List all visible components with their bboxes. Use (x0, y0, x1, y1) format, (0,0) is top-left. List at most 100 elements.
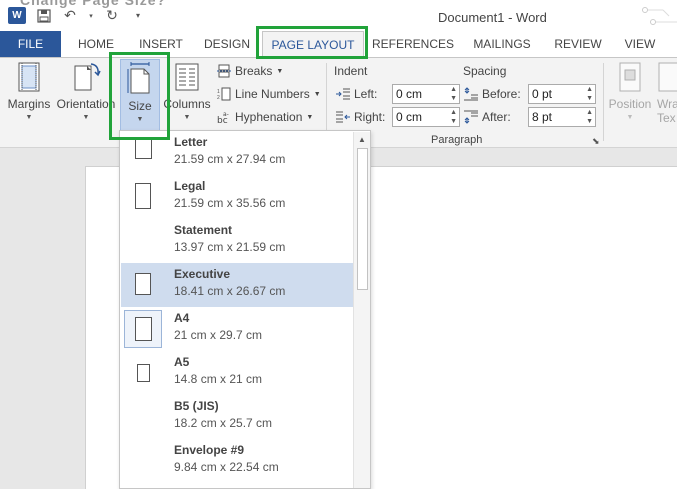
list-item[interactable]: A5 14.8 cm x 21 cm (121, 351, 353, 395)
list-item[interactable]: Executive 18.41 cm x 26.67 cm (121, 263, 353, 307)
page-icon (135, 317, 152, 341)
position-button[interactable]: Position ▼ (607, 62, 653, 121)
wrap-label: Wra (657, 97, 677, 111)
tab-view[interactable]: VIEW (618, 31, 662, 57)
spinner-arrows-icon[interactable]: ▲ ▼ (586, 108, 593, 126)
scrollbar-thumb[interactable] (357, 148, 368, 290)
breaks-icon (217, 64, 231, 78)
redo-icon[interactable]: ↻ (104, 7, 120, 24)
spinner-arrows-icon[interactable]: ▲ ▼ (450, 108, 457, 126)
wrap-text-button[interactable]: Wra Tex (657, 62, 677, 125)
size-button[interactable]: Size ▼ (120, 59, 160, 131)
margins-button[interactable]: Margins ▼ (6, 62, 52, 121)
chevron-down-icon: ▼ (313, 90, 321, 98)
tab-review[interactable]: REVIEW (550, 31, 606, 57)
columns-button[interactable]: Columns ▼ (162, 62, 212, 121)
list-item[interactable]: Statement 13.97 cm x 21.59 cm (121, 219, 353, 263)
columns-label: Columns (163, 97, 211, 111)
indent-title: Indent (334, 64, 368, 78)
spacing-before-input[interactable]: 0 pt ▲ ▼ (528, 84, 596, 104)
tab-design[interactable]: DESIGN (200, 31, 254, 57)
list-item[interactable]: A4 21 cm x 29.7 cm (121, 307, 353, 351)
group-separator (603, 63, 604, 141)
list-item[interactable]: Letter 21.59 cm x 27.94 cm (121, 131, 353, 175)
hyphenation-icon: bca- (217, 111, 229, 124)
line-numbers-label: Line Numbers (235, 87, 310, 101)
save-icon[interactable] (36, 8, 52, 24)
spacing-after-icon (464, 110, 478, 124)
size-name: Executive (174, 267, 231, 281)
page-icon (135, 183, 151, 209)
chevron-down-icon: ▼ (82, 114, 90, 121)
list-item[interactable]: Legal 21.59 cm x 35.56 cm (121, 175, 353, 219)
spacing-before-label-row: Before: (464, 87, 521, 101)
line-numbers-button[interactable]: 12 Line Numbers ▼ (217, 87, 321, 101)
orientation-button[interactable]: Orientation ▼ (55, 62, 117, 121)
page-icon (135, 137, 152, 159)
breaks-button[interactable]: Breaks ▼ (217, 64, 283, 78)
document-title: Document1 - Word (438, 10, 547, 25)
size-name: Letter (174, 135, 208, 149)
undo-icon[interactable]: ↶ (62, 7, 78, 24)
size-name: B5 (JIS) (174, 399, 219, 413)
wrap-text-icon (658, 62, 677, 92)
paragraph-dialog-launcher-icon[interactable]: ⬊ (592, 136, 600, 147)
size-dims: 13.97 cm x 21.59 cm (174, 240, 286, 254)
tab-page-layout[interactable]: PAGE LAYOUT (262, 31, 364, 57)
ribbon-tabs: FILE HOME INSERT DESIGN PAGE LAYOUT REFE… (0, 31, 677, 57)
size-dims: 18.41 cm x 26.67 cm (174, 284, 286, 298)
spacing-before-icon (464, 87, 478, 101)
undo-dropdown-icon[interactable]: ▾ (88, 8, 94, 24)
chevron-down-icon: ▼ (306, 113, 314, 121)
size-dims: 14.8 cm x 21 cm (174, 372, 263, 386)
spinner-arrows-icon[interactable]: ▲ ▼ (450, 85, 457, 103)
chevron-down-icon: ▼ (25, 114, 33, 121)
size-dims: 18.2 cm x 25.7 cm (174, 416, 273, 430)
quick-access-toolbar: W ↶ ▾ ↻ ▾ (8, 7, 146, 24)
spacing-title: Spacing (463, 64, 507, 78)
chevron-down-icon: ▼ (276, 67, 284, 75)
page-icon (135, 273, 151, 295)
page-icon (137, 364, 150, 382)
circuit-decoration (642, 7, 677, 25)
margins-icon (18, 62, 40, 92)
spacing-after-input[interactable]: 8 pt ▲ ▼ (528, 107, 596, 127)
tab-references[interactable]: REFERENCES (372, 31, 454, 57)
chevron-down-icon: ▼ (626, 114, 634, 121)
dropdown-scrollbar[interactable]: ▲ (353, 132, 370, 488)
spacing-after-label-row: After: (464, 110, 511, 124)
size-dims: 21.59 cm x 27.94 cm (174, 152, 286, 166)
size-name: Envelope #9 (174, 443, 245, 457)
customize-qat-icon[interactable]: ▾ (130, 8, 146, 24)
spacing-after-value: 8 pt (532, 110, 553, 124)
spacing-before-value: 0 pt (532, 87, 553, 101)
indent-left-input[interactable]: 0 cm ▲ ▼ (392, 84, 460, 104)
size-dims: 21 cm x 29.7 cm (174, 328, 263, 342)
tab-file[interactable]: FILE (0, 31, 61, 57)
chevron-down-icon: ▼ (136, 116, 144, 123)
list-item[interactable]: B5 (JIS) 18.2 cm x 25.7 cm (121, 395, 353, 439)
indent-right-value: 0 cm (396, 110, 423, 124)
size-dims: 21.59 cm x 35.56 cm (174, 196, 286, 210)
indent-left-icon (336, 88, 350, 100)
text-label: Tex (657, 111, 676, 125)
orientation-label: Orientation (56, 97, 116, 111)
size-label: Size (128, 99, 152, 113)
spinner-arrows-icon[interactable]: ▲ ▼ (586, 85, 593, 103)
paragraph-group-title: Paragraph (431, 134, 483, 146)
hyphenation-button[interactable]: bc a- Hyphenation ▼ (217, 110, 313, 124)
scroll-up-icon[interactable]: ▲ (358, 135, 366, 144)
tab-mailings[interactable]: MAILINGS (468, 31, 536, 57)
indent-left-label-row: Left: (336, 87, 377, 101)
indent-right-input[interactable]: 0 cm ▲ ▼ (392, 107, 460, 127)
tab-insert[interactable]: INSERT (134, 31, 188, 57)
chevron-down-icon: ▼ (183, 114, 191, 121)
position-icon (619, 62, 641, 92)
tab-home[interactable]: HOME (72, 31, 120, 57)
spacing-after-label: After: (482, 110, 511, 124)
list-item[interactable]: Envelope #9 9.84 cm x 22.54 cm (121, 439, 353, 483)
page-size-dropdown: Letter 21.59 cm x 27.94 cm Legal 21.59 c… (119, 130, 371, 489)
indent-left-value: 0 cm (396, 87, 423, 101)
size-name: A4 (174, 311, 190, 325)
size-name: Statement (174, 223, 233, 237)
